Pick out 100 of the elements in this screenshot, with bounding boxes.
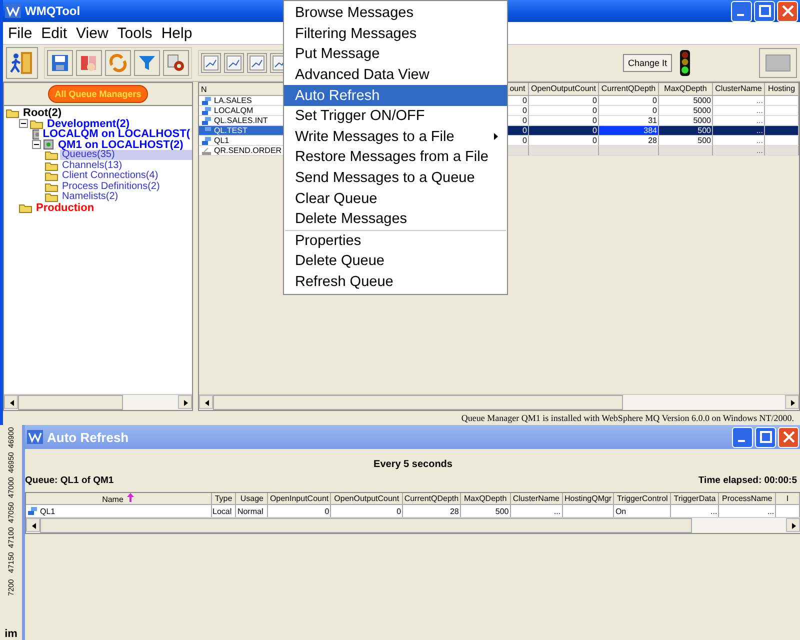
- table-cell: 0: [599, 106, 659, 116]
- scroll-left-icon[interactable]: [26, 518, 40, 532]
- scroll-left-icon[interactable]: [199, 395, 213, 409]
- menu-item[interactable]: Tools: [117, 24, 152, 42]
- menu-item[interactable]: Properties: [284, 230, 507, 252]
- scroll-right-icon[interactable]: [178, 395, 192, 409]
- table-cell: 384: [599, 126, 659, 136]
- traffic-light-icon: [678, 49, 692, 77]
- menu-item[interactable]: Restore Messages from a File: [284, 147, 507, 168]
- exit-door-icon[interactable]: [6, 47, 38, 79]
- menu-item[interactable]: Edit: [41, 24, 68, 42]
- folder-icon: [45, 192, 58, 202]
- filter-icon[interactable]: [134, 50, 160, 76]
- column-header[interactable]: CurrentQDepth: [599, 83, 659, 95]
- table-cell: [659, 146, 713, 156]
- tree-item[interactable]: QM1 on LOCALHOST(2): [56, 140, 186, 150]
- table-cell: 0: [599, 96, 659, 106]
- menu-item[interactable]: Help: [161, 24, 192, 42]
- folder-icon: [45, 150, 58, 160]
- save-icon[interactable]: [47, 50, 73, 76]
- table-cell: 5000: [659, 106, 713, 116]
- horizontal-scrollbar[interactable]: [4, 394, 192, 410]
- table-cell: [765, 106, 799, 116]
- column-header[interactable]: Hosting: [765, 83, 799, 95]
- queue-name-cell[interactable]: LA.SALES: [199, 96, 285, 106]
- table-cell: 0: [529, 116, 599, 126]
- chart-icon[interactable]: [224, 53, 244, 73]
- queue-name-cell[interactable]: QL.TEST: [199, 126, 285, 136]
- folder-icon: [45, 182, 58, 192]
- maximize-button[interactable]: [755, 426, 776, 448]
- scroll-thumb[interactable]: [213, 395, 623, 410]
- menu-item[interactable]: Set Trigger ON/OFF: [284, 106, 507, 127]
- column-header[interactable]: OpenOutputCount: [529, 83, 599, 95]
- maximize-button[interactable]: [754, 0, 775, 22]
- menu-item[interactable]: Send Messages to a Queue: [284, 168, 507, 188]
- column-header[interactable]: MaxQDepth: [659, 83, 713, 95]
- tree-item[interactable]: Root(2): [21, 108, 64, 118]
- scroll-thumb[interactable]: [18, 395, 124, 410]
- column-header[interactable]: ClusterName: [713, 83, 765, 95]
- table-cell: [765, 116, 799, 126]
- minimize-button[interactable]: [732, 426, 753, 448]
- table-cell: ...: [713, 126, 765, 136]
- refresh-icon[interactable]: [105, 50, 131, 76]
- collapse-icon[interactable]: [19, 119, 28, 128]
- table-cell: 0: [507, 106, 529, 116]
- menu-item[interactable]: Auto Refresh: [284, 85, 507, 106]
- table-cell: Normal: [236, 505, 268, 517]
- menu-item[interactable]: Put Message: [284, 44, 507, 65]
- tree-item[interactable]: Development(2): [45, 118, 132, 129]
- menu-item[interactable]: Advanced Data View: [284, 64, 507, 86]
- table-cell: ...: [713, 116, 765, 126]
- table-cell: Local: [212, 505, 236, 517]
- menu-item[interactable]: File: [8, 24, 32, 42]
- scroll-left-icon[interactable]: [4, 395, 18, 409]
- table-cell: ...: [713, 106, 765, 116]
- menu-item[interactable]: Delete Messages: [284, 208, 507, 230]
- menu-item[interactable]: Browse Messages: [284, 3, 507, 24]
- panel-icon: [765, 54, 791, 72]
- close-button[interactable]: [778, 426, 799, 448]
- queue-name-cell[interactable]: QL.SALES.INT: [199, 116, 285, 126]
- table-cell: ...: [671, 505, 720, 517]
- queue-name-cell[interactable]: LOCALQM: [199, 106, 285, 116]
- chart-icon[interactable]: [201, 53, 221, 73]
- tree-item[interactable]: Process Definitions(2): [60, 182, 162, 192]
- minimize-button[interactable]: [731, 0, 752, 22]
- menu-item[interactable]: Delete Queue: [284, 251, 507, 272]
- queue-name-cell[interactable]: QL1: [199, 136, 285, 146]
- horizontal-scrollbar[interactable]: [26, 517, 800, 533]
- table-cell: 0: [507, 116, 529, 126]
- table-cell: On: [614, 505, 672, 517]
- collapse-icon[interactable]: [32, 140, 41, 150]
- table-cell: [562, 505, 614, 517]
- horizontal-scrollbar[interactable]: [199, 394, 799, 410]
- tree-item[interactable]: Production: [34, 202, 96, 213]
- table-cell: [507, 146, 529, 156]
- close-button[interactable]: [777, 0, 798, 22]
- menu-item[interactable]: Filtering Messages: [284, 24, 507, 44]
- change-it-button[interactable]: Change It: [622, 54, 672, 72]
- menu-item[interactable]: Refresh Queue: [284, 272, 507, 292]
- queue-icon: [201, 106, 212, 116]
- table-cell: ...: [713, 96, 765, 106]
- menu-item[interactable]: Write Messages to a File: [284, 126, 507, 148]
- tree-item[interactable]: Client Connections(4): [60, 171, 160, 182]
- queue-icon: [201, 136, 212, 146]
- scroll-thumb[interactable]: [40, 518, 692, 533]
- table-cell: 0: [507, 136, 529, 146]
- tree-item[interactable]: Channels(13): [60, 160, 124, 171]
- menu-item[interactable]: Clear Queue: [284, 188, 507, 209]
- folder-icon: [30, 118, 43, 129]
- close-icon: [782, 431, 794, 443]
- menu-item[interactable]: View: [76, 24, 108, 42]
- tree-item[interactable]: Queues(35): [60, 150, 192, 160]
- tree-item[interactable]: Namelists(2): [60, 192, 120, 202]
- queue-title: Queue: QL1 of QM1: [25, 475, 114, 486]
- queue-name-cell[interactable]: QR.SEND.ORDER: [199, 146, 285, 156]
- scroll-right-icon[interactable]: [785, 395, 799, 409]
- chart-icon[interactable]: [247, 53, 267, 73]
- tree-item[interactable]: LOCALQM on LOCALHOST(: [40, 129, 192, 140]
- scroll-right-icon[interactable]: [786, 518, 800, 532]
- ruler-caption: im: [4, 628, 18, 640]
